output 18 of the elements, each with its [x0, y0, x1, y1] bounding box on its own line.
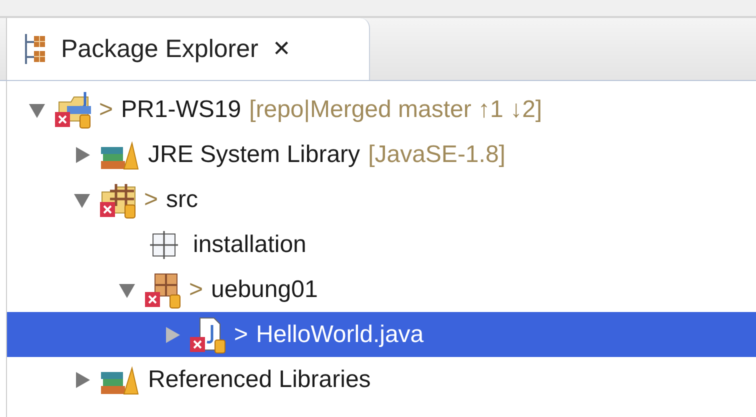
- tree-item-label[interactable]: src: [166, 186, 198, 214]
- dirty-marker: >: [189, 276, 204, 304]
- tree-item-label[interactable]: Referenced Libraries: [148, 366, 371, 394]
- dirty-marker: >: [99, 96, 114, 124]
- view-title: Package Explorer: [61, 34, 258, 64]
- tree-item-label: HelloWorld.java: [256, 320, 424, 348]
- selected-tree-row[interactable]: > HelloWorld.java: [7, 312, 756, 357]
- tree-item-label[interactable]: installation: [193, 230, 306, 258]
- dirty-marker: >: [144, 186, 158, 214]
- tree-item-label[interactable]: PR1-WS19: [121, 96, 242, 124]
- git-decoration: [repo|Merged master ↑1 ↓2]: [249, 96, 542, 124]
- package-tree-icon: [23, 32, 47, 66]
- dirty-marker: >: [234, 320, 248, 348]
- tree-item-label[interactable]: uebung01: [211, 276, 318, 304]
- git-decoration: [JavaSE-1.8]: [368, 140, 506, 168]
- close-button[interactable]: ✕: [272, 36, 291, 62]
- package-explorer-tab[interactable]: Package Explorer ✕: [6, 18, 370, 80]
- tree-item-label[interactable]: JRE System Library: [148, 140, 360, 168]
